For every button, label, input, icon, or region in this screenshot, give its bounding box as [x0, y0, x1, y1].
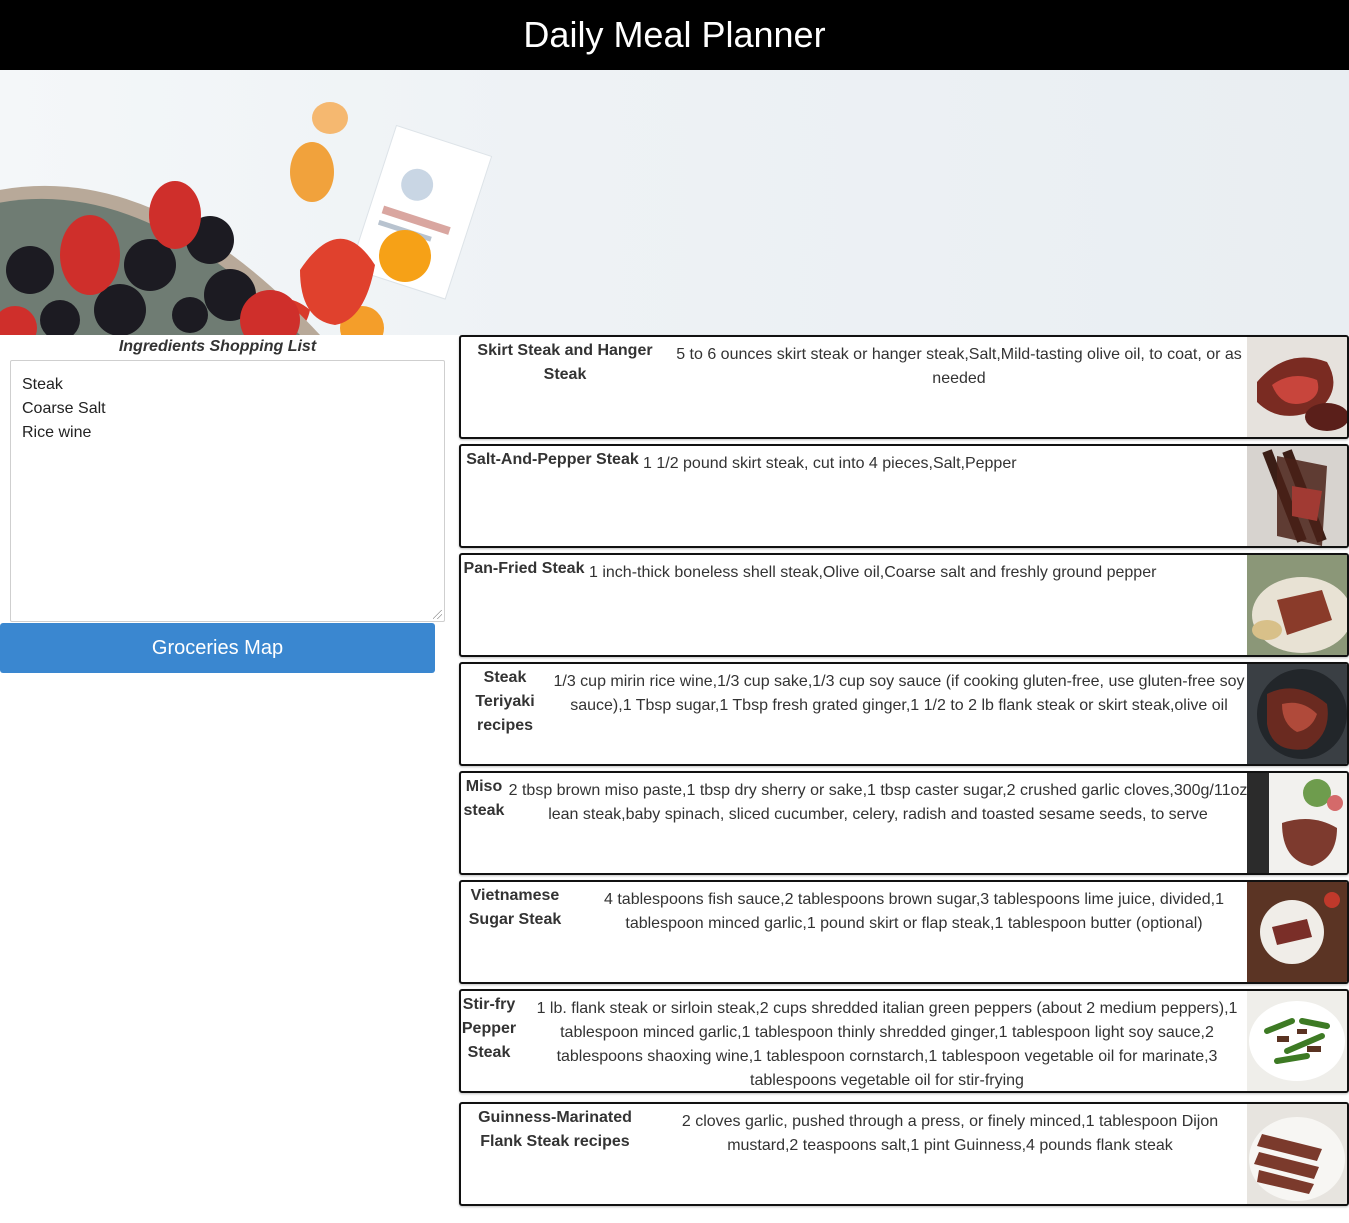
pepper-steak-photo-icon — [1247, 991, 1347, 1091]
recipe-name: Steak Teriyaki recipes — [475, 669, 535, 734]
resize-handle-icon[interactable] — [433, 610, 442, 619]
steak-photo-icon — [1247, 446, 1347, 546]
recipe-name: Miso steak — [463, 778, 505, 819]
recipe-ingredients: 5 to 6 ounces skirt steak or hanger stea… — [676, 346, 1242, 387]
shopping-list-panel: Ingredients Shopping List Steak Coarse S… — [0, 335, 445, 673]
recipe-card[interactable]: Miso steak 2 tbsp brown miso paste,1 tbs… — [459, 771, 1349, 875]
recipe-card[interactable]: Salt-And-Pepper Steak 1 1/2 pound skirt … — [459, 444, 1349, 548]
steak-photo-icon — [1247, 664, 1347, 764]
recipe-ingredients: 1 1/2 pound skirt steak, cut into 4 piec… — [643, 455, 1017, 472]
recipe-name: Skirt Steak and Hanger Steak — [477, 342, 653, 383]
steak-photo-icon — [1247, 882, 1347, 982]
shopping-list-textarea[interactable]: Steak Coarse Salt Rice wine — [10, 360, 445, 622]
groceries-map-button[interactable]: Groceries Map — [0, 623, 435, 673]
recipe-name: Vietnamese Sugar Steak — [468, 887, 562, 928]
recipe-ingredients: 1 lb. flank steak or sirloin steak,2 cup… — [536, 1000, 1238, 1089]
recipe-card[interactable]: Vietnamese Sugar Steak 4 tablespoons fis… — [459, 880, 1349, 984]
recipe-card[interactable]: Stir-fry Pepper Steak 1 lb. flank steak … — [459, 989, 1349, 1093]
shopping-list-title: Ingredients Shopping List — [118, 338, 317, 355]
recipe-card[interactable]: Skirt Steak and Hanger Steak 5 to 6 ounc… — [459, 335, 1349, 439]
shopping-list-item: Steak — [22, 376, 63, 393]
recipe-ingredients: 2 tbsp brown miso paste,1 tbsp dry sherr… — [508, 782, 1248, 823]
recipe-card[interactable]: Guinness-Marinated Flank Steak recipes 2… — [459, 1102, 1349, 1206]
recipe-ingredients: 1 inch-thick boneless shell steak,Olive … — [589, 564, 1157, 581]
recipe-name: Salt-And-Pepper Steak — [466, 451, 639, 468]
steak-photo-icon — [1247, 773, 1347, 873]
steak-photo-icon — [1247, 337, 1347, 437]
recipe-card[interactable]: Pan-Fried Steak 1 inch-thick boneless sh… — [459, 553, 1349, 657]
shopping-list-item: Coarse Salt — [22, 400, 106, 417]
recipe-ingredients: 1/3 cup mirin rice wine,1/3 cup sake,1/3… — [553, 673, 1245, 714]
hero-banner — [0, 70, 1349, 335]
recipe-ingredients: 2 cloves garlic, pushed through a press,… — [681, 1113, 1219, 1154]
shopping-list-item: Rice wine — [22, 424, 92, 441]
recipe-ingredients: 4 tablespoons fish sauce,2 tablespoons b… — [604, 891, 1224, 932]
recipe-name: Stir-fry Pepper Steak — [461, 996, 517, 1061]
fruit-bowl-illustration — [0, 102, 493, 335]
recipe-name: Guinness-Marinated Flank Steak recipes — [478, 1109, 632, 1150]
app-header: Daily Meal Planner — [0, 0, 1349, 70]
steak-photo-icon — [1247, 1104, 1347, 1204]
recipe-card[interactable]: Steak Teriyaki recipes 1/3 cup mirin ric… — [459, 662, 1349, 766]
page-title: Daily Meal Planner — [523, 14, 826, 55]
recipe-name: Pan-Fried Steak — [463, 560, 585, 577]
steak-photo-icon — [1247, 555, 1347, 655]
